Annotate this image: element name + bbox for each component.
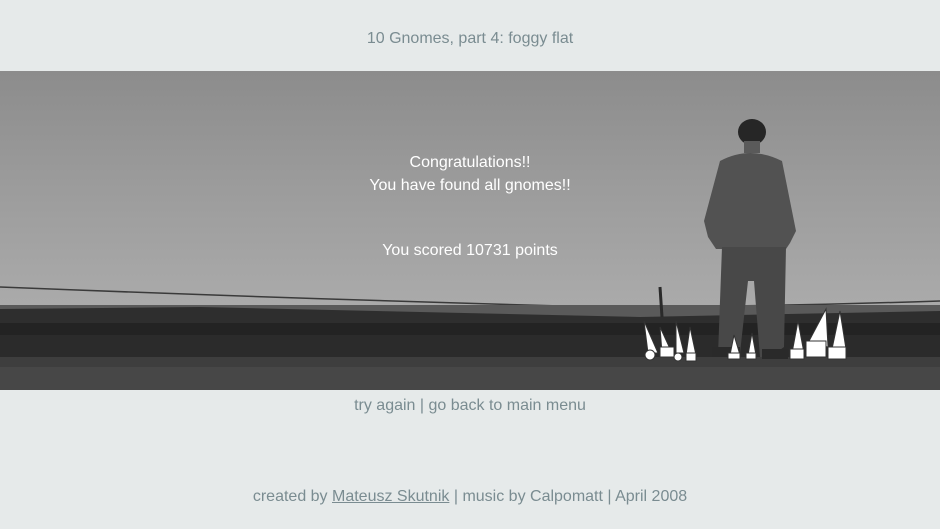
- congrats-line-1: Congratulations!!: [409, 154, 531, 171]
- main-menu-link[interactable]: go back to main menu: [429, 397, 586, 414]
- score-text: You scored 10731 points: [382, 242, 558, 259]
- end-menu-links: try again | go back to main menu: [0, 397, 940, 415]
- created-by-label: created by: [252, 488, 332, 505]
- game-scene: Congratulations!! You have found all gno…: [0, 71, 940, 390]
- author-link[interactable]: Mateusz Skutnik: [332, 488, 449, 505]
- congrats-line-2: You have found all gnomes!!: [369, 177, 571, 194]
- music-credit: | music by Calpomatt | April 2008: [449, 488, 688, 505]
- foggy-rooftop-background: [0, 119, 940, 390]
- credits-line: created by Mateusz Skutnik | music by Ca…: [0, 488, 940, 506]
- try-again-link[interactable]: try again: [354, 397, 415, 414]
- game-title: 10 Gnomes, part 4: foggy flat: [366, 30, 574, 47]
- link-separator: |: [415, 397, 429, 414]
- congratulations-message: Congratulations!! You have found all gno…: [0, 151, 940, 197]
